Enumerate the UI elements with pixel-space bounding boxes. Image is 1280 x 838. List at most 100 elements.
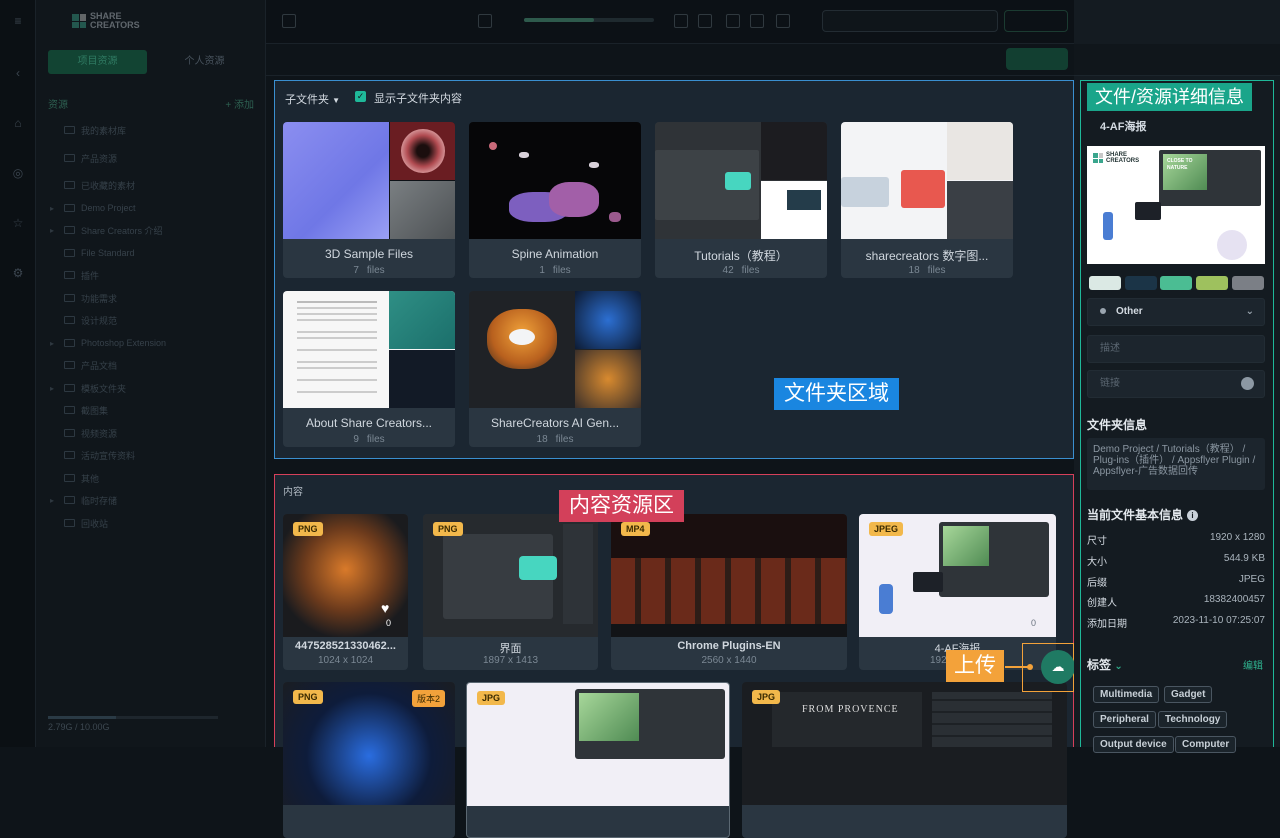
list-view-icon[interactable]: [674, 14, 688, 28]
sidebar-item[interactable]: File Standard: [50, 243, 250, 263]
link-field[interactable]: 链接: [1087, 370, 1265, 398]
folder-card[interactable]: Tutorials（教程） 42 files: [655, 122, 827, 278]
folder-card[interactable]: Spine Animation 1 files: [469, 122, 641, 278]
toolbar-action-button[interactable]: [1004, 10, 1068, 32]
layout-icon[interactable]: [750, 14, 764, 28]
sidebar-item[interactable]: 产品资源: [50, 148, 250, 168]
folder-card[interactable]: ShareCreators AI Gen... 18 files: [469, 291, 641, 447]
layers-icon[interactable]: ◎: [9, 164, 27, 182]
sidebar-item[interactable]: ▸ Share Creators 介绍: [50, 220, 250, 240]
info-icon[interactable]: i: [1187, 510, 1199, 522]
folder-icon: [64, 181, 75, 189]
sidebar-item[interactable]: 功能需求: [50, 288, 250, 308]
color-swatch[interactable]: [1125, 276, 1157, 290]
sidebar-item[interactable]: 截图集: [50, 400, 250, 420]
home-icon[interactable]: ⌂: [9, 114, 27, 132]
info-row: 后缀 JPEG: [1087, 574, 1265, 589]
folder-name: sharecreators 数字图...: [865, 249, 989, 263]
folder-icon: [64, 429, 75, 437]
tag[interactable]: Multimedia: [1093, 686, 1160, 703]
sidebar-add-button[interactable]: + 添加: [225, 96, 254, 111]
subfolder-dropdown[interactable]: 子文件夹 ▼: [285, 91, 340, 107]
tag[interactable]: Technology: [1158, 711, 1228, 728]
caret-down-icon: ▼: [332, 96, 340, 105]
category-select[interactable]: Other ⌄: [1087, 298, 1265, 326]
chevron-down-icon[interactable]: ⌄: [1114, 661, 1122, 672]
sidebar-item[interactable]: 设计规范: [50, 310, 250, 330]
sidebar-item[interactable]: 其他: [50, 468, 250, 488]
sidebar-item[interactable]: ▸ 临时存储: [50, 490, 250, 510]
asset-card[interactable]: FROM PROVENCE JPG: [742, 682, 1067, 838]
tags-edit-link[interactable]: 编辑: [1243, 657, 1263, 672]
sidebar-item[interactable]: ▸ 模板文件夹: [50, 378, 250, 398]
color-swatch[interactable]: [1160, 276, 1192, 290]
sidebar-item[interactable]: 活动宣传资料: [50, 445, 250, 465]
thumbnail-size-slider[interactable]: [524, 18, 654, 22]
folder-icon: [64, 316, 75, 324]
asset-preview[interactable]: SHARE CREATORS CLOSE TO NATURE: [1087, 146, 1265, 264]
tab-personal-resources[interactable]: 个人资源: [155, 50, 254, 74]
collapse-icon[interactable]: ‹: [9, 64, 27, 82]
asset-title: 4-AF海报: [1100, 121, 1147, 133]
sort-icon[interactable]: [698, 14, 712, 28]
add-filter-button[interactable]: [1006, 48, 1068, 70]
asset-card[interactable]: JPG: [466, 682, 730, 838]
heart-icon[interactable]: ♥: [381, 600, 389, 616]
sidebar-item[interactable]: 视频资源: [50, 423, 250, 443]
asset-card[interactable]: MP4 Chrome Plugins-EN 2560 x 1440: [611, 514, 847, 670]
folder-thumbnail: [469, 122, 641, 239]
folder-name: Tutorials（教程）: [694, 249, 788, 263]
asset-card[interactable]: PNG ♥ 0 447528521330462... 1024 x 1024: [283, 514, 408, 670]
file-type-badge: PNG: [293, 690, 323, 704]
sidebar-item[interactable]: 插件: [50, 265, 250, 285]
sidebar-header: 资源 + 添加: [48, 96, 254, 111]
asset-card[interactable]: PNG 版本2: [283, 682, 455, 838]
refresh-icon[interactable]: [776, 14, 790, 28]
sidebar-tabs: 项目资源 个人资源: [48, 50, 254, 74]
color-swatch[interactable]: [1089, 276, 1121, 290]
folder-icon: [64, 154, 75, 162]
back-icon[interactable]: [282, 14, 296, 28]
folder-name: 3D Sample Files: [324, 247, 414, 261]
tag[interactable]: Peripheral: [1093, 711, 1156, 728]
asset-card[interactable]: PNG 界面 1897 x 1413: [423, 514, 598, 670]
folder-icon: [64, 451, 75, 459]
folder-card[interactable]: 3D Sample Files 7 files: [283, 122, 455, 278]
sidebar-item[interactable]: 产品文档: [50, 355, 250, 375]
folder-area-annotation: 文件夹区域: [774, 378, 899, 410]
info-row: 添加日期 2023-11-10 07:25:07: [1087, 615, 1265, 630]
folder-info-title: 文件夹信息: [1087, 418, 1148, 432]
show-subfolder-checkbox[interactable]: ✓: [355, 91, 366, 102]
folder-file-count: 9 files: [353, 434, 385, 445]
menu-icon[interactable]: ≡: [9, 12, 27, 30]
upload-cloud-icon[interactable]: ☁: [1041, 650, 1075, 684]
color-swatch[interactable]: [1196, 276, 1228, 290]
color-swatch[interactable]: [1232, 276, 1264, 290]
sidebar-item[interactable]: ▸ Photoshop Extension: [50, 333, 250, 353]
logo-mark-icon: [72, 14, 86, 28]
sidebar: SHARE CREATORS 项目资源 个人资源 资源 + 添加 我的素材库 产品…: [36, 0, 266, 747]
tag[interactable]: Gadget: [1164, 686, 1213, 703]
grid-view-icon[interactable]: [478, 14, 492, 28]
folder-thumbnail: [655, 122, 827, 239]
folder-icon: [64, 294, 75, 302]
folder-area: 子文件夹 ▼ ✓ 显示子文件夹内容 3D Sample Files 7 files…: [274, 80, 1074, 459]
folder-card[interactable]: About Share Creators... 9 files: [283, 291, 455, 447]
sidebar-item[interactable]: ▸ Demo Project: [50, 198, 250, 218]
search-input[interactable]: [822, 10, 998, 32]
tag[interactable]: Output device: [1093, 736, 1174, 753]
star-icon[interactable]: ☆: [9, 214, 27, 232]
folder-card[interactable]: sharecreators 数字图... 18 files: [841, 122, 1013, 278]
settings-icon[interactable]: ⚙: [9, 264, 27, 282]
sidebar-item[interactable]: 已收藏的素材: [50, 175, 250, 195]
folder-icon: [64, 249, 75, 257]
sidebar-item[interactable]: 我的素材库: [50, 120, 250, 140]
sidebar-item[interactable]: 回收站: [50, 513, 250, 533]
folder-path[interactable]: Demo Project / Tutorials（教程） / Plug-ins（…: [1087, 438, 1265, 490]
filter-icon[interactable]: [726, 14, 740, 28]
tab-project-resources[interactable]: 项目资源: [48, 50, 147, 74]
tag[interactable]: Computer: [1175, 736, 1237, 753]
folder-icon: [64, 339, 75, 347]
description-field[interactable]: 描述: [1087, 335, 1265, 363]
filter-bar: [266, 44, 1074, 76]
